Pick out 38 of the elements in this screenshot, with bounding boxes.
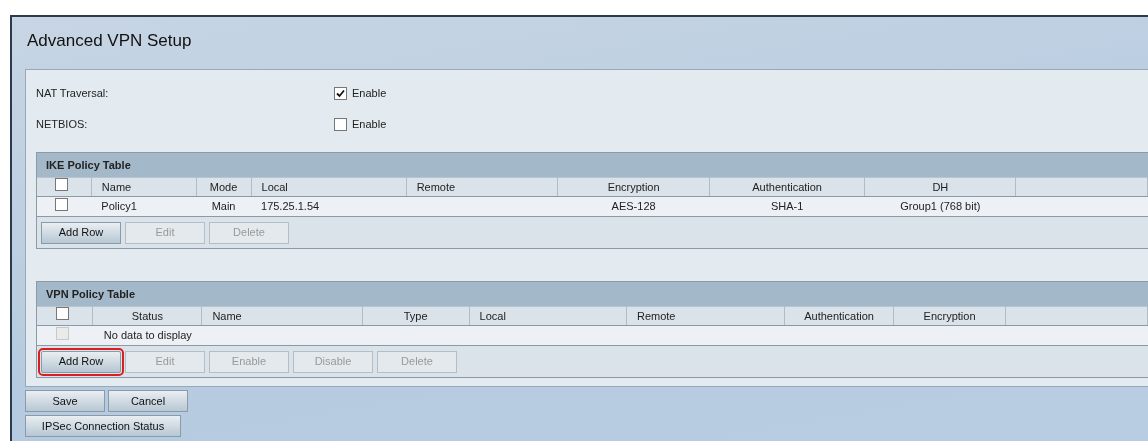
column-header: Encryption [557,177,710,197]
setting-label: NETBIOS: [36,117,89,133]
checkbox[interactable] [55,307,69,321]
checkbox[interactable] [334,87,347,100]
table-title: IKE Policy Table [37,153,1148,177]
column-header: Name [201,306,363,326]
button[interactable]: Cancel [108,390,188,412]
column-header: Type [362,306,470,326]
column-header: Encryption [893,306,1006,326]
page-title: Advanced VPN Setup [26,30,193,52]
checkbox[interactable] [55,197,69,211]
column-header: Authentication [784,306,894,326]
option-label: Enable [352,117,387,133]
button[interactable]: Save [25,390,105,412]
table-cell: Policy1 [101,200,137,213]
table-cell: 175.25.1.54 [261,200,320,213]
option-label: Enable [352,86,387,102]
column-header: Remote [626,306,785,326]
table-cell: Main [211,200,236,213]
setting-label: NAT Traversal: [36,86,110,102]
checkbox[interactable] [334,118,347,131]
column-header: Name [91,177,197,197]
status-button[interactable]: IPSec Connection Status [25,415,181,437]
button[interactable]: Add Row [41,221,121,244]
column-header: Status [92,306,202,326]
table-cell: SHA-1 [770,200,804,213]
column-header: Remote [406,177,558,197]
checkbox[interactable] [54,178,68,192]
column-header: Authentication [709,177,865,197]
column-header: Local [469,306,627,326]
table-title: VPN Policy Table [37,282,1148,306]
column-header: Mode [196,177,251,197]
table-cell: AES-128 [611,200,656,213]
column-header: DH [864,177,1016,197]
empty-message: No data to display [103,329,192,342]
table-cell: Group1 (768 bit) [900,200,981,213]
button[interactable]: Add Row [41,350,121,373]
column-header: Local [251,177,407,197]
